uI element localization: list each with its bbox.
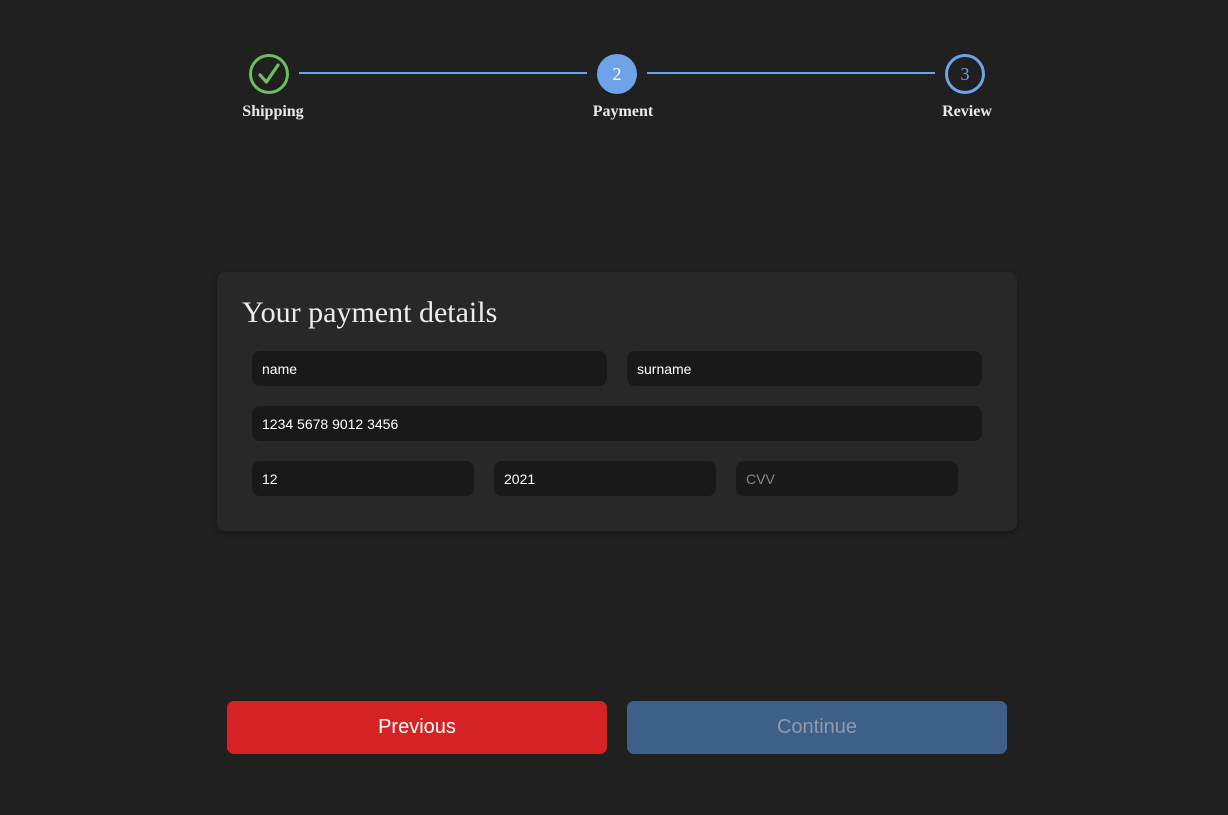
step-review-indicator: 3 [945,54,985,94]
previous-button[interactable]: Previous [227,701,607,754]
step-shipping-indicator[interactable] [249,54,289,94]
expiry-month-input[interactable] [252,461,474,496]
expiry-year-input[interactable] [494,461,716,496]
payment-details-card: Your payment details [217,272,1017,531]
cvv-input[interactable] [736,461,958,496]
payment-details-title: Your payment details [242,296,498,329]
surname-input[interactable] [627,351,982,386]
step-payment-label: Payment [592,103,654,120]
step-shipping-label: Shipping [242,103,304,120]
first-name-input[interactable] [252,351,607,386]
checkmark-icon [258,63,280,84]
checkout-page: Shipping 2 Payment 3 Review Your payment… [0,0,1228,815]
stepper-connector-2 [647,72,935,74]
step-payment-indicator: 2 [597,54,637,94]
checkout-stepper: Shipping 2 Payment 3 Review [0,0,1228,140]
card-number-input[interactable] [252,406,982,441]
continue-button[interactable]: Continue [627,701,1007,754]
step-review-label: Review [942,103,992,120]
stepper-connector-1 [299,72,587,74]
